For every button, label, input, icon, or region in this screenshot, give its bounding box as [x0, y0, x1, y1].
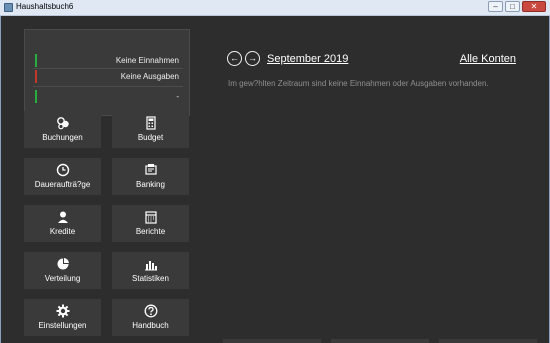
tile-budget[interactable]: Budget	[112, 111, 189, 148]
calculator-icon	[144, 116, 158, 130]
calendar-icon	[144, 210, 158, 224]
tile-label: Einstellungen	[38, 321, 87, 330]
balance-row: -	[25, 90, 189, 104]
income-indicator	[35, 54, 37, 67]
bottom-panel	[331, 339, 429, 343]
tile-label: Buchungen	[42, 133, 83, 142]
tile-verteilung[interactable]: Verteilung	[24, 252, 101, 289]
tile-label: Kredite	[49, 227, 76, 236]
close-button[interactable]: ✕	[522, 1, 546, 12]
summary-divider	[33, 86, 183, 87]
next-month-button[interactable]: →	[245, 51, 260, 66]
balance-label: -	[176, 92, 179, 101]
maximize-button[interactable]: □	[505, 1, 520, 12]
tile-banking[interactable]: Banking	[112, 158, 189, 195]
tile-kredite[interactable]: Kredite	[24, 205, 101, 242]
tile-statistiken[interactable]: Statistiken	[112, 252, 189, 289]
tile-label: Berichte	[135, 227, 166, 236]
title-bar: Haushaltsbuch6 – □ ✕	[0, 0, 550, 16]
empty-state-message: Im gew?hlten Zeitraum sind keine Einnahm…	[228, 79, 489, 88]
clock-icon	[56, 163, 70, 177]
summary-panel: Keine Einnahmen Keine Ausgaben -	[24, 29, 190, 116]
main-window: Keine Einnahmen Keine Ausgaben - Buchung…	[0, 16, 550, 343]
gear-icon	[56, 304, 70, 318]
tile-label: Statistiken	[132, 274, 169, 283]
expense-label: Keine Ausgaben	[120, 72, 179, 81]
tile-buchungen[interactable]: Buchungen	[24, 111, 101, 148]
balance-indicator	[35, 90, 37, 103]
tile-dauerauftraege[interactable]: Daueraufträ?ge	[24, 158, 101, 195]
minimize-button[interactable]: –	[488, 1, 503, 12]
all-accounts-link[interactable]: Alle Konten	[460, 53, 516, 65]
previous-month-button[interactable]: ←	[227, 51, 242, 66]
tile-einstellungen[interactable]: Einstellungen	[24, 299, 101, 336]
expense-row: Keine Ausgaben	[25, 70, 189, 84]
tile-label: Banking	[136, 180, 165, 189]
month-selector[interactable]: September 2019	[267, 53, 348, 65]
summary-divider	[33, 68, 183, 69]
bottom-panel	[439, 339, 537, 343]
app-icon	[4, 3, 13, 12]
bottom-panel	[223, 339, 321, 343]
coins-icon	[56, 116, 70, 130]
tile-berichte[interactable]: Berichte	[112, 205, 189, 242]
tile-handbuch[interactable]: Handbuch	[112, 299, 189, 336]
tile-label: Handbuch	[132, 321, 169, 330]
window-title: Haushaltsbuch6	[16, 2, 74, 11]
pie-chart-icon	[56, 257, 70, 271]
help-icon	[144, 304, 158, 318]
tile-label: Daueraufträ?ge	[34, 180, 91, 189]
expense-indicator	[35, 70, 37, 83]
income-label: Keine Einnahmen	[115, 56, 179, 65]
user-icon	[56, 210, 70, 224]
bar-chart-icon	[144, 257, 158, 271]
income-row: Keine Einnahmen	[25, 54, 189, 68]
tile-label: Budget	[137, 133, 164, 142]
tile-label: Verteilung	[44, 274, 81, 283]
bank-icon	[144, 163, 158, 177]
